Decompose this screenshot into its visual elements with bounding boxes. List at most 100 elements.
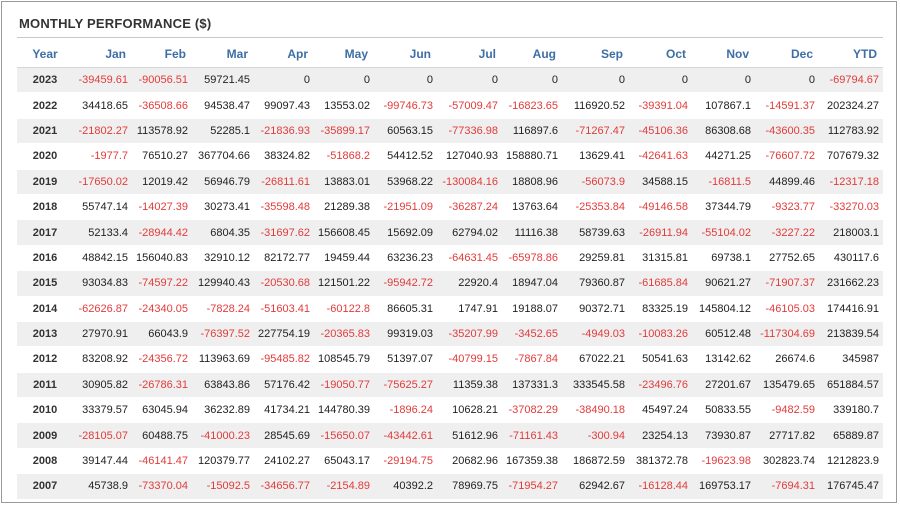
table-body: 2023 -39459.61 -90056.51 59721.45 0 0 0 0 0 0 0 0 0-… (17, 66, 883, 499)
month-value-cell: 27970.91 (73, 320, 132, 347)
month-value-cell: -42641.63 (629, 143, 692, 170)
ytd-cell: 339180.7 (819, 397, 883, 423)
year-cell: 2009 (17, 422, 73, 449)
month-value-cell: -24340.05 (132, 295, 192, 322)
month-value-cell: 158880.71 (502, 143, 562, 170)
month-value-cell: 83325.19 (629, 295, 692, 322)
month-value-cell: 90372.71 (562, 295, 629, 322)
month-value-cell: 113578.92 (132, 117, 192, 144)
month-value-cell: 60563.15 (374, 117, 437, 144)
month-value-cell: 78969.75 (437, 473, 502, 499)
column-header-mar[interactable]: Mar (192, 41, 254, 68)
month-value-cell: 60488.75 (132, 422, 192, 449)
month-value-cell: 93034.83 (73, 270, 132, 297)
month-value-cell: 11359.38 (437, 371, 502, 398)
month-value-cell: -300.94 (562, 422, 629, 449)
month-value-cell: -2154.89 (314, 473, 374, 499)
ytd-cell: -12317.18 (819, 168, 883, 195)
column-header-apr[interactable]: Apr (254, 41, 314, 68)
column-header-year[interactable]: Year (17, 41, 73, 68)
year-cell: 2019 (17, 168, 73, 195)
month-value-cell: -95485.82 (254, 346, 314, 373)
column-header-aug[interactable]: Aug (502, 41, 562, 68)
month-value-cell: 51397.07 (374, 346, 437, 373)
table-row: 2007 45738.9 -73370.04 -15092.5 -34656.77 -21… (17, 473, 883, 499)
column-header-jul[interactable]: Jul (437, 41, 502, 68)
month-value-cell: 62942.67 (562, 473, 629, 499)
month-value-cell: 82172.77 (254, 244, 314, 271)
month-value-cell: 86308.68 (692, 117, 755, 144)
month-value-cell: -55104.02 (692, 219, 755, 246)
month-value-cell: 56946.79 (192, 168, 254, 195)
month-value-cell: 167359.38 (502, 447, 562, 474)
month-value-cell: -56073.9 (562, 168, 629, 195)
month-value-cell: 13629.41 (562, 143, 629, 170)
column-header-jun[interactable]: Jun (374, 41, 437, 68)
year-cell: 2022 (17, 92, 73, 119)
month-value-cell: 11116.38 (502, 219, 562, 246)
month-value-cell: -41000.23 (192, 422, 254, 449)
year-cell: 2007 (17, 473, 73, 499)
month-value-cell: 99097.43 (254, 92, 314, 119)
month-value-cell: -24356.72 (132, 346, 192, 373)
column-header-sep[interactable]: Sep (562, 41, 629, 68)
ytd-cell: 651884.57 (819, 371, 883, 398)
month-value-cell: 0 (254, 66, 314, 93)
month-value-cell: -9323.77 (755, 193, 819, 220)
month-value-cell: 36232.89 (192, 397, 254, 423)
ytd-cell: 112783.92 (819, 117, 883, 144)
month-value-cell: 333545.58 (562, 371, 629, 398)
month-value-cell: 113963.69 (192, 346, 254, 373)
column-header-may[interactable]: May (314, 41, 374, 68)
month-value-cell: 63045.94 (132, 397, 192, 423)
month-value-cell: -1977.7 (73, 143, 132, 170)
column-header-jan[interactable]: Jan (73, 41, 132, 68)
column-header-ytd[interactable]: YTD (819, 41, 883, 68)
month-value-cell: -38490.18 (562, 397, 629, 423)
month-value-cell: -71954.27 (502, 473, 562, 499)
month-value-cell: 54412.52 (374, 143, 437, 170)
month-value-cell: -57009.47 (437, 92, 502, 119)
month-value-cell: -26911.94 (629, 219, 692, 246)
table-row: 2018 55747.14 -14027.39 30273.41 -35598.48 21… (17, 193, 883, 220)
month-value-cell: 116897.6 (502, 117, 562, 144)
month-value-cell: 116920.52 (562, 92, 629, 119)
month-value-cell: 144780.39 (314, 397, 374, 423)
month-value-cell: 0 (502, 66, 562, 93)
month-value-cell: 0 (755, 66, 819, 93)
month-value-cell: -14027.39 (132, 193, 192, 220)
column-header-nov[interactable]: Nov (692, 41, 755, 68)
month-value-cell: -15092.5 (192, 473, 254, 499)
month-value-cell: -26811.61 (254, 168, 314, 195)
month-value-cell: 145804.12 (692, 295, 755, 322)
ytd-cell: 430117.6 (819, 244, 883, 271)
month-value-cell: 99319.03 (374, 320, 437, 347)
column-header-feb[interactable]: Feb (132, 41, 192, 68)
month-value-cell: 63843.86 (192, 371, 254, 398)
column-header-dec[interactable]: Dec (755, 41, 819, 68)
ytd-cell: 218003.1 (819, 219, 883, 246)
month-value-cell: -7828.24 (192, 295, 254, 322)
month-value-cell: 12019.42 (132, 168, 192, 195)
year-cell: 2011 (17, 371, 73, 398)
month-value-cell: 65043.17 (314, 447, 374, 474)
month-value-cell: 18947.04 (502, 270, 562, 297)
table-row: 2012 83208.92 -24356.72 113963.69 -95485.82 1… (17, 346, 883, 373)
month-value-cell: 76510.27 (132, 143, 192, 170)
month-value-cell: -1896.24 (374, 397, 437, 423)
month-value-cell: -71907.37 (755, 270, 819, 297)
column-header-oct[interactable]: Oct (629, 41, 692, 68)
month-value-cell: -35207.99 (437, 320, 502, 347)
month-value-cell: -61685.84 (629, 270, 692, 297)
year-cell: 2023 (17, 66, 73, 93)
month-value-cell: 107867.1 (692, 92, 755, 119)
month-value-cell: 20682.96 (437, 447, 502, 474)
month-value-cell: -37082.29 (502, 397, 562, 423)
month-value-cell: 137331.3 (502, 371, 562, 398)
month-value-cell: -90056.51 (132, 66, 192, 93)
month-value-cell: -60122.8 (314, 295, 374, 322)
ytd-cell: -33270.03 (819, 193, 883, 220)
month-value-cell: -43442.61 (374, 422, 437, 449)
year-cell: 2016 (17, 244, 73, 271)
month-value-cell: -46141.47 (132, 447, 192, 474)
